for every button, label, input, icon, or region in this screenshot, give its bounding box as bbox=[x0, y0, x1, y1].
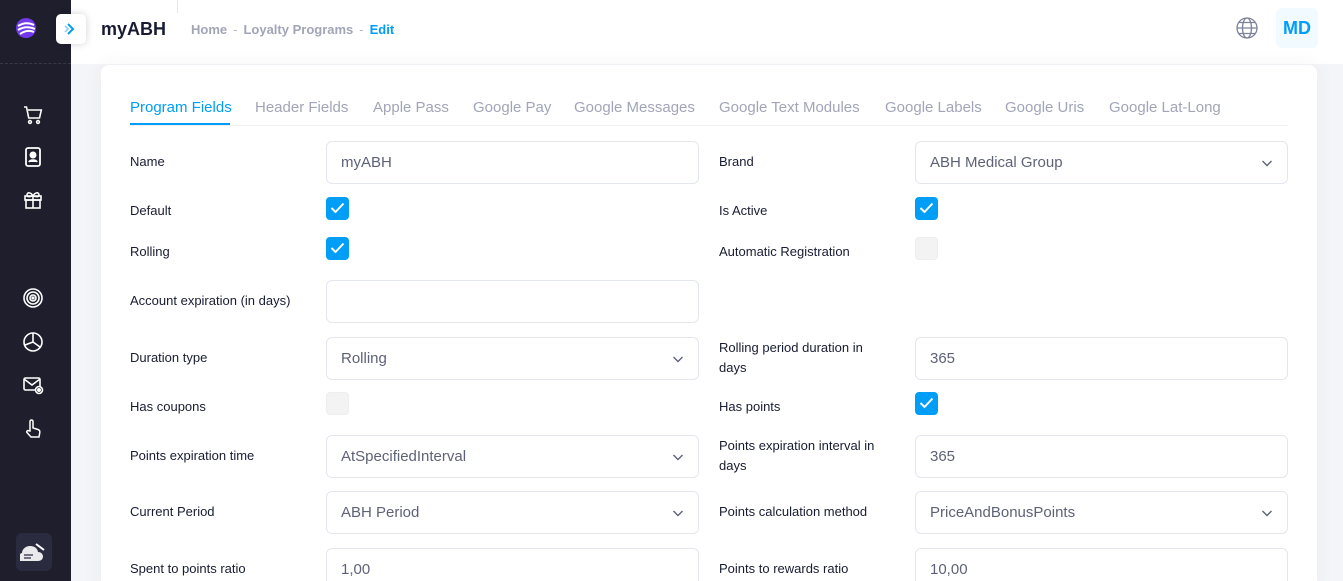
duration-type-label: Duration type bbox=[130, 350, 208, 365]
active-tab-indicator bbox=[130, 123, 230, 125]
tab-bar: Program Fields Header Fields Apple Pass … bbox=[130, 99, 1288, 126]
brand-label: Brand bbox=[719, 154, 754, 169]
tab-google-lat-long[interactable]: Google Lat-Long bbox=[1109, 99, 1221, 116]
tab-google-text-modules[interactable]: Google Text Modules bbox=[719, 99, 860, 116]
points-expiration-interval-input[interactable]: 365 bbox=[915, 435, 1288, 478]
has-coupons-checkbox[interactable] bbox=[326, 392, 349, 415]
sidebar-toggle-button[interactable] bbox=[56, 14, 86, 44]
breadcrumb: Home - Loyalty Programs - Edit bbox=[191, 22, 394, 37]
chevron-right-icon bbox=[64, 23, 75, 35]
duration-type-value: Rolling bbox=[341, 350, 387, 367]
points-to-rewards-label: Points to rewards ratio bbox=[719, 561, 849, 576]
pie-chart-icon[interactable] bbox=[21, 330, 45, 354]
gift-icon[interactable] bbox=[21, 187, 45, 211]
sidebar bbox=[0, 0, 71, 581]
is-active-checkbox[interactable] bbox=[915, 197, 938, 220]
default-label: Default bbox=[130, 203, 172, 218]
points-expiration-interval-label: Points expiration interval in days bbox=[719, 436, 874, 476]
tab-header-fields[interactable]: Header Fields bbox=[255, 99, 348, 116]
target-icon[interactable] bbox=[21, 286, 45, 310]
mail-settings-icon[interactable] bbox=[21, 373, 45, 397]
points-to-rewards-input[interactable]: 10,00 bbox=[915, 548, 1288, 581]
rolling-period-label: Rolling period duration in days bbox=[719, 338, 863, 378]
pointer-hand-icon[interactable] bbox=[21, 417, 45, 441]
breadcrumb-edit: Edit bbox=[369, 22, 395, 37]
sidebar-divider bbox=[0, 63, 71, 64]
chevron-down-icon bbox=[1262, 160, 1272, 167]
rolling-checkbox[interactable] bbox=[326, 237, 349, 260]
globe-icon[interactable] bbox=[1235, 16, 1259, 40]
rolling-label: Rolling bbox=[130, 244, 170, 259]
points-expiration-time-value: AtSpecifiedInterval bbox=[341, 448, 467, 465]
is-active-label: Is Active bbox=[719, 203, 768, 218]
has-coupons-label: Has coupons bbox=[130, 399, 206, 414]
rolling-period-input[interactable]: 365 bbox=[915, 337, 1288, 380]
chevron-down-icon bbox=[1262, 510, 1272, 517]
chevron-down-icon bbox=[673, 510, 683, 517]
cart-icon[interactable] bbox=[21, 103, 45, 127]
brand-select-value: ABH Medical Group bbox=[930, 154, 1063, 171]
points-calc-method-value: PriceAndBonusPoints bbox=[930, 504, 1076, 521]
current-period-select[interactable]: ABH Period bbox=[326, 491, 699, 534]
breadcrumb-home[interactable]: Home bbox=[191, 22, 227, 37]
duration-type-select[interactable]: Rolling bbox=[326, 337, 699, 380]
account-expiration-label: Account expiration (in days) bbox=[130, 293, 291, 308]
program-edit-card: Program Fields Header Fields Apple Pass … bbox=[101, 65, 1317, 581]
brand-select[interactable]: ABH Medical Group bbox=[915, 141, 1288, 184]
breadcrumb-separator: - bbox=[359, 22, 364, 37]
spent-to-points-input[interactable]: 1,00 bbox=[326, 548, 699, 581]
app-logo-icon[interactable] bbox=[15, 17, 37, 39]
name-label: Name bbox=[130, 154, 165, 169]
rolling-period-label-line1: Rolling period duration in bbox=[719, 340, 863, 355]
points-expiration-time-select[interactable]: AtSpecifiedInterval bbox=[326, 435, 699, 478]
theme-toggle-icon[interactable] bbox=[16, 533, 52, 571]
points-expiration-interval-label-line2: days bbox=[719, 458, 747, 473]
chevron-down-icon bbox=[673, 454, 683, 461]
spent-to-points-label: Spent to points ratio bbox=[130, 561, 246, 576]
chevron-down-icon bbox=[673, 356, 683, 363]
tab-google-labels[interactable]: Google Labels bbox=[885, 99, 982, 116]
has-points-checkbox[interactable] bbox=[915, 392, 938, 415]
automatic-registration-label: Automatic Registration bbox=[719, 244, 850, 259]
tab-google-uris[interactable]: Google Uris bbox=[1005, 99, 1084, 116]
tab-google-pay[interactable]: Google Pay bbox=[473, 99, 551, 116]
points-expiration-interval-label-line1: Points expiration interval in bbox=[719, 438, 875, 453]
automatic-registration-checkbox[interactable] bbox=[915, 237, 938, 260]
points-calc-method-select[interactable]: PriceAndBonusPoints bbox=[915, 491, 1288, 534]
rolling-period-label-line2: days bbox=[719, 360, 747, 375]
contact-card-icon[interactable] bbox=[21, 145, 45, 169]
default-checkbox[interactable] bbox=[326, 197, 349, 220]
app-title: myABH bbox=[101, 19, 167, 39]
account-expiration-input[interactable] bbox=[326, 280, 699, 323]
tab-program-fields[interactable]: Program Fields bbox=[130, 99, 232, 116]
current-period-label: Current Period bbox=[130, 504, 215, 519]
avatar[interactable]: MD bbox=[1276, 8, 1318, 48]
breadcrumb-loyalty-programs[interactable]: Loyalty Programs bbox=[243, 22, 353, 37]
points-expiration-time-label: Points expiration time bbox=[130, 448, 255, 463]
has-points-label: Has points bbox=[719, 399, 781, 414]
points-calc-method-label: Points calculation method bbox=[719, 504, 868, 519]
tab-google-messages[interactable]: Google Messages bbox=[574, 99, 695, 116]
breadcrumb-separator: - bbox=[233, 22, 238, 37]
header-divider bbox=[177, 0, 178, 13]
tab-apple-pass[interactable]: Apple Pass bbox=[373, 99, 449, 116]
current-period-value: ABH Period bbox=[341, 504, 420, 521]
top-header: myABH Home - Loyalty Programs - Edit MD bbox=[56, 0, 1343, 64]
name-input[interactable]: myABH bbox=[326, 141, 699, 184]
